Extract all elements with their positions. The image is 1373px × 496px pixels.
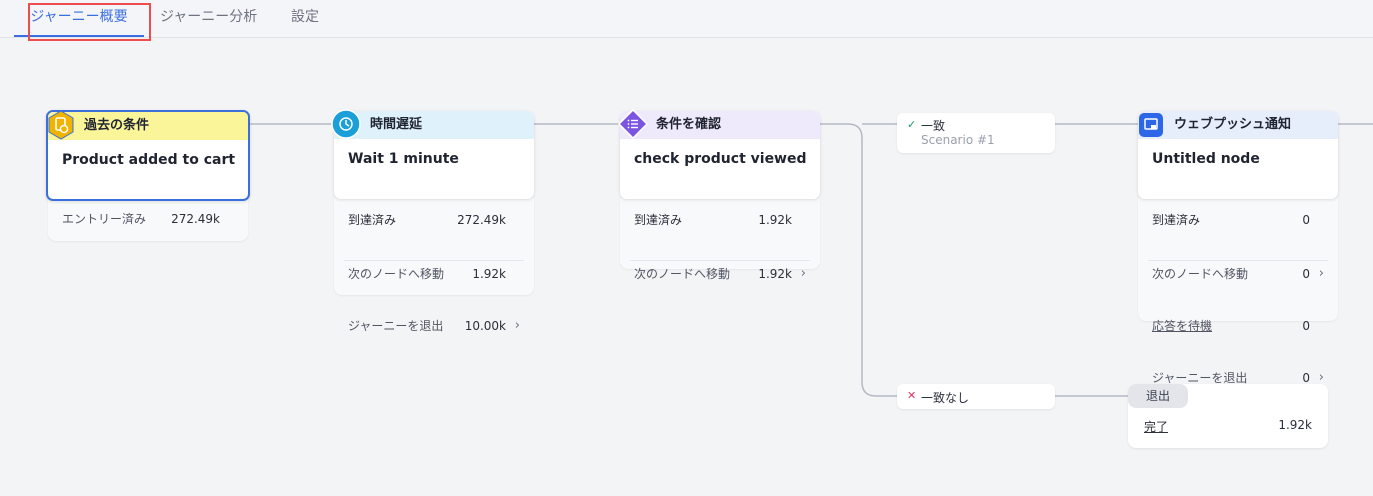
document-clock-icon	[46, 110, 76, 140]
push-node-card[interactable]: ウェブプッシュ通知 Untitled node	[1138, 111, 1338, 199]
stat-value: 1.92k	[472, 267, 506, 281]
condition-node-header: 条件を確認	[620, 111, 820, 139]
stat-value: 0	[1302, 213, 1310, 227]
exit-row-value: 1.92k	[1278, 418, 1312, 432]
stat-label: ジャーニーを退出	[348, 319, 444, 333]
clock-icon	[331, 109, 361, 139]
push-node-title: Untitled node	[1152, 151, 1260, 167]
push-stats: 到達済み 0 次のノードへ移動 0 › 応答を待機 0 ジャーニーを退出 0 ›	[1138, 198, 1338, 385]
tab-settings[interactable]: 設定	[291, 0, 319, 37]
delay-node-header: 時間遅延	[334, 111, 534, 139]
stat-row[interactable]: 次のノードへ移動 1.92k ›	[630, 260, 810, 286]
x-icon: ✕	[907, 389, 917, 402]
condition-node-title: check product viewed	[634, 151, 807, 167]
branch-match-scenario: Scenario #1	[921, 133, 995, 147]
push-node-header: ウェブプッシュ通知	[1138, 111, 1338, 139]
stat-row[interactable]: 次のノードへ移動 1.92k	[344, 260, 524, 286]
stat-row: 到達済み 0	[1138, 207, 1338, 233]
chevron-right-icon: ›	[800, 266, 806, 281]
stat-label: 次のノードへ移動	[634, 267, 731, 281]
entry-node-header: 過去の条件	[48, 112, 248, 140]
chevron-right-icon: ›	[514, 318, 520, 333]
tab-bar: ジャーニー概要 ジャーニー分析 設定	[0, 0, 1373, 38]
stat-value: 1.92k	[758, 267, 792, 281]
delay-node-card[interactable]: 時間遅延 Wait 1 minute	[334, 111, 534, 199]
entry-node-title: Product added to cart	[62, 152, 236, 168]
tab-journey-overview[interactable]: ジャーニー概要	[14, 0, 144, 37]
delay-stats: 到達済み 272.49k 次のノードへ移動 1.92k ジャーニーを退出 10.…	[334, 198, 534, 333]
stat-row[interactable]: 次のノードへ移動 0 ›	[1148, 260, 1328, 286]
branch-no-match-label: 一致なし	[921, 391, 970, 405]
stat-value: 0	[1302, 267, 1310, 281]
exit-card[interactable]: 退出 完了 1.92k	[1128, 384, 1328, 448]
branch-no-match[interactable]: ✕ 一致なし	[897, 384, 1055, 409]
stat-value: 272.49k	[171, 212, 220, 226]
tab-journey-analysis[interactable]: ジャーニー分析	[160, 0, 257, 37]
stat-row: 到達済み 272.49k	[334, 207, 534, 233]
entry-stats: エントリー済み 272.49k	[48, 198, 248, 241]
branch-match-label: 一致	[921, 119, 946, 133]
list-icon	[618, 109, 648, 139]
chevron-right-icon: ›	[1318, 266, 1324, 281]
stat-label: 到達済み	[634, 213, 683, 227]
stat-row[interactable]: ジャーニーを退出 10.00k ›	[334, 313, 534, 339]
stat-label: 応答を待機	[1152, 319, 1213, 333]
stat-label: 到達済み	[348, 213, 397, 227]
stat-row[interactable]: 応答を待機 0	[1138, 313, 1338, 339]
branch-match[interactable]: ✓ 一致 Scenario #1	[897, 113, 1055, 153]
stat-value: 272.49k	[457, 213, 506, 227]
condition-stats: 到達済み 1.92k 次のノードへ移動 1.92k ›	[620, 198, 820, 281]
exit-chip: 退出	[1128, 384, 1188, 408]
stat-label: 次のノードへ移動	[348, 267, 445, 281]
condition-node-card[interactable]: 条件を確認 check product viewed	[620, 111, 820, 199]
stat-row: エントリー済み 272.49k	[48, 206, 248, 232]
stat-row: 到達済み 1.92k	[620, 207, 820, 233]
stat-value: 0	[1302, 319, 1310, 333]
stat-label: エントリー済み	[62, 212, 147, 226]
entry-node-card[interactable]: 過去の条件 Product added to cart	[46, 110, 250, 201]
stat-value: 10.00k	[464, 319, 506, 333]
delay-node-title: Wait 1 minute	[348, 151, 459, 167]
stat-label: 次のノードへ移動	[1152, 267, 1249, 281]
check-icon: ✓	[907, 118, 917, 131]
stat-label: 到達済み	[1152, 213, 1201, 227]
exit-row-label[interactable]: 完了	[1144, 418, 1168, 435]
stat-value: 1.92k	[758, 213, 792, 227]
web-push-icon	[1137, 111, 1165, 139]
